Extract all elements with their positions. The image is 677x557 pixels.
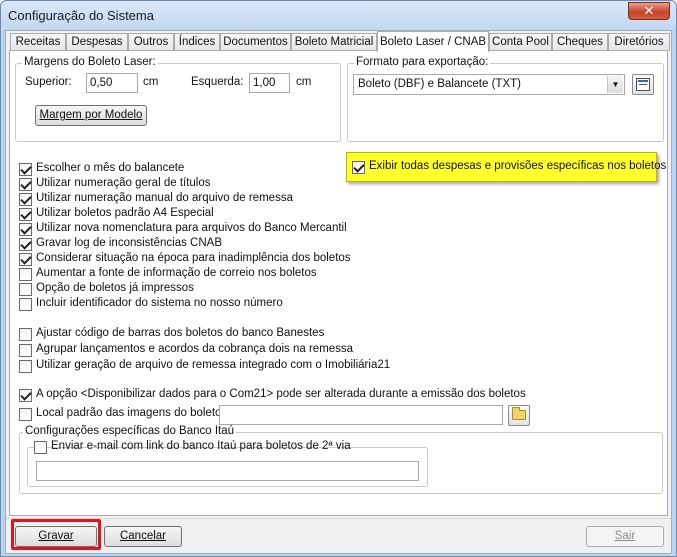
option-label: Agrupar lançamentos e acordos da cobranç… (36, 343, 354, 355)
tab-conta-pool[interactable]: Conta Pool (489, 33, 552, 51)
tab-documentos[interactable]: Documentos (220, 33, 291, 51)
margins-group: Margens do Boleto Laser: Superior: cm Es… (15, 56, 341, 142)
left-margin-label: Esquerda: (191, 76, 244, 88)
footer-separator (6, 518, 671, 519)
option-label: Considerar situação na época para inadim… (36, 252, 351, 264)
checkbox[interactable] (19, 253, 32, 266)
checkbox[interactable] (19, 268, 32, 281)
title-bar[interactable]: Configuração do Sistema ✕ (1, 1, 676, 30)
checkbox[interactable] (19, 344, 32, 357)
left-margin-unit: cm (296, 76, 312, 88)
tab-outros[interactable]: Outros (128, 33, 174, 51)
show-all-expenses-label: Exibir todas despesas e provisões especí… (369, 160, 667, 172)
option-label: Utilizar geração de arquivo de remessa i… (36, 359, 391, 371)
top-margin-unit: cm (143, 76, 159, 88)
option-label: Opção de boletos já impressos (36, 282, 194, 294)
option-label: Utilizar boletos padrão A4 Especial (36, 207, 214, 219)
properties-icon (636, 78, 650, 91)
top-margin-input[interactable] (86, 73, 138, 93)
highlighted-option-box: Exibir todas despesas e provisões especí… (346, 152, 666, 182)
cancel-button[interactable]: Cancelar (104, 526, 182, 547)
export-format-value: Boleto (DBF) e Balancete (TXT) (358, 78, 521, 90)
itau-group-label: Configurações específicas do Banco Itaú (23, 425, 237, 437)
checkbox[interactable] (19, 223, 32, 236)
checkbox[interactable] (19, 163, 32, 176)
folder-icon (512, 407, 526, 420)
tab-despesas[interactable]: Despesas (66, 33, 128, 51)
save-label: Gravar (38, 530, 74, 542)
export-format-label: Formato para exportação: (354, 56, 491, 68)
checkbox[interactable] (19, 283, 32, 296)
option-label: Utilizar numeração manual do arquivo de … (36, 192, 293, 204)
option-label: Ajustar código de barras dos boletos do … (36, 327, 325, 339)
show-all-expenses-checkbox[interactable] (352, 161, 365, 174)
checkbox[interactable] (19, 298, 32, 311)
option-label: Escolher o mês do balancete (36, 162, 185, 174)
cancel-label: Cancelar (119, 530, 167, 542)
export-properties-button[interactable] (632, 74, 654, 95)
image-path-label: Local padrão das imagens do boleto: (36, 407, 225, 419)
option-label: Incluir identificador do sistema no noss… (36, 297, 283, 309)
tab-boleto-laser-cnab[interactable]: Boleto Laser / CNAB (377, 31, 489, 52)
option-label: Gravar log de inconsistências CNAB (36, 237, 222, 249)
itau-group: Configurações específicas do Banco Itaú … (19, 425, 663, 494)
tab-boleto-matricial[interactable]: Boleto Matricial (291, 33, 377, 51)
exit-button[interactable]: Sair (586, 526, 664, 547)
chevron-down-icon[interactable]: ▼ (607, 76, 623, 93)
image-path-input[interactable] (219, 405, 503, 425)
tab-cheques[interactable]: Cheques (552, 33, 608, 51)
export-format-group: Formato para exportação: Boleto (DBF) e … (347, 56, 664, 142)
checkbox[interactable] (19, 408, 32, 421)
margin-model-label: Margem por Modelo (39, 109, 143, 121)
checkbox[interactable] (19, 328, 32, 341)
checkbox[interactable] (19, 208, 32, 221)
option-label: Aumentar a fonte de informação de correi… (36, 267, 317, 279)
option-label: A opção <Disponibilizar dados para o Com… (36, 388, 526, 400)
option-label: Utilizar nova nomenclatura para arquivos… (36, 222, 347, 234)
dialog-client: Receitas Despesas Outros Índices Documen… (5, 30, 672, 554)
margins-group-label: Margens do Boleto Laser: (22, 56, 158, 68)
itau-email-input[interactable] (36, 461, 419, 481)
itau-email-group: Enviar e-mail com link do banco Itaú par… (27, 440, 428, 487)
browse-folder-button[interactable] (508, 405, 530, 426)
option-label: Utilizar numeração geral de títulos (36, 177, 211, 189)
checkbox[interactable] (19, 193, 32, 206)
checkbox[interactable] (19, 360, 32, 373)
top-margin-label: Superior: (25, 76, 72, 88)
checkbox[interactable] (19, 238, 32, 251)
margin-model-button[interactable]: Margem por Modelo (35, 105, 147, 126)
export-format-select[interactable]: Boleto (DBF) e Balancete (TXT) ▼ (353, 74, 625, 95)
checkbox[interactable] (19, 178, 32, 191)
checkbox[interactable] (34, 441, 47, 454)
tab-diretorios[interactable]: Diretórios (608, 33, 670, 51)
close-button[interactable]: ✕ (628, 2, 670, 20)
save-button[interactable]: Gravar (15, 526, 97, 547)
checkbox[interactable] (19, 389, 32, 402)
exit-label: Sair (614, 530, 636, 542)
tab-panel-boleto-laser: Margens do Boleto Laser: Superior: cm Es… (9, 50, 668, 516)
left-margin-input[interactable] (249, 73, 290, 93)
window-title: Configuração do Sistema (8, 8, 154, 23)
tab-indices[interactable]: Índices (174, 33, 220, 51)
itau-email-label: Enviar e-mail com link do banco Itaú par… (51, 440, 351, 452)
config-window: Configuração do Sistema ✕ Receitas Despe… (0, 0, 677, 557)
option-itau-email[interactable]: Enviar e-mail com link do banco Itaú par… (34, 440, 351, 455)
tab-receitas[interactable]: Receitas (10, 33, 66, 51)
